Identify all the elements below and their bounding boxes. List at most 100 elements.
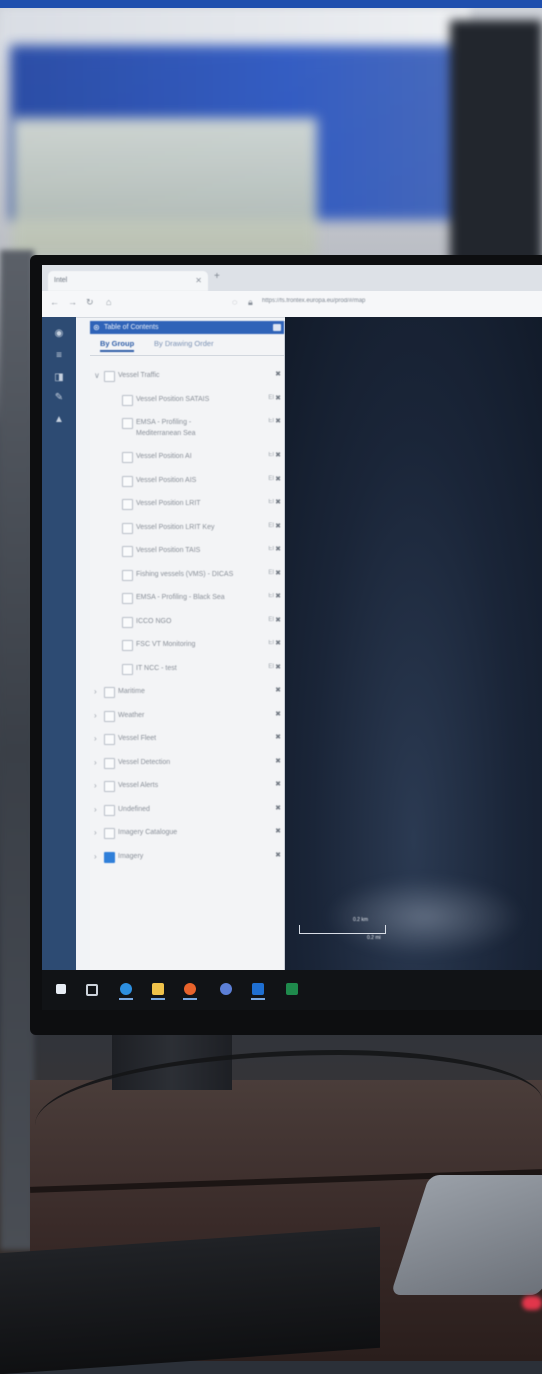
excel-icon[interactable] — [286, 983, 298, 995]
shield-icon[interactable]: ◌ — [232, 297, 237, 307]
chevron-right-icon[interactable]: › — [94, 734, 97, 743]
address-bar[interactable]: https://fs.frontex.europa.eu/prod/#/map — [262, 298, 365, 304]
toc-layer-row[interactable]: Vessel Position TAIS EI ✖ — [90, 542, 284, 562]
minimize-icon[interactable] — [273, 324, 281, 331]
remove-layer-icon[interactable]: ✖ — [275, 545, 281, 553]
edge-browser-icon[interactable] — [120, 983, 132, 995]
remove-layer-icon[interactable]: ✖ — [275, 780, 281, 788]
remove-layer-icon[interactable]: ✖ — [275, 757, 281, 765]
remove-layer-icon[interactable]: ✖ — [275, 663, 281, 671]
remove-layer-icon[interactable]: ✖ — [275, 592, 281, 600]
layer-checkbox[interactable] — [122, 593, 133, 604]
toc-layer-row[interactable]: › Vessel Fleet ✖ — [90, 730, 284, 750]
remove-layer-icon[interactable]: ✖ — [275, 475, 281, 483]
remove-layer-icon[interactable]: ✖ — [275, 827, 281, 835]
browser-tab[interactable]: Intel ✕ — [48, 271, 208, 291]
chrome-icon[interactable] — [220, 983, 232, 995]
remove-layer-icon[interactable]: ✖ — [275, 710, 281, 718]
task-view-icon[interactable] — [86, 984, 98, 996]
remove-layer-icon[interactable]: ✖ — [275, 851, 281, 859]
chevron-right-icon[interactable]: › — [94, 758, 97, 767]
toc-layer-row[interactable]: Vessel Position AI EI ✖ — [90, 448, 284, 468]
person-icon[interactable]: ▲ — [52, 413, 66, 427]
layer-checkbox[interactable] — [104, 828, 115, 839]
layer-checkbox[interactable] — [122, 418, 133, 429]
remove-layer-icon[interactable]: ✖ — [275, 522, 281, 530]
toc-layer-row[interactable]: FSC VT Monitoring EI ✖ — [90, 636, 284, 656]
windows-start-icon[interactable] — [56, 984, 66, 994]
layer-checkbox[interactable] — [104, 781, 115, 792]
layer-checkbox[interactable] — [122, 475, 133, 487]
toc-layer-row[interactable]: › Undefined ✖ — [90, 801, 284, 821]
toc-layer-row[interactable]: EMSA - Profiling - Mediterranean Sea EI ✖ — [90, 414, 284, 442]
scale-label-top: 0.2 km — [353, 917, 369, 923]
toc-layer-row[interactable]: Vessel Position LRIT Key EI ✖ — [90, 519, 284, 539]
remove-layer-icon[interactable]: ✖ — [275, 639, 281, 647]
remove-layer-icon[interactable]: ✖ — [275, 616, 281, 624]
red-indicator-light — [522, 1296, 542, 1310]
chevron-right-icon[interactable]: › — [94, 805, 97, 814]
layer-checkbox[interactable] — [104, 734, 115, 745]
layer-checkbox[interactable] — [104, 371, 115, 382]
toc-layer-row[interactable]: ICCO NGO EI ✖ — [90, 613, 284, 633]
chevron-right-icon[interactable]: › — [94, 711, 97, 720]
layers-icon[interactable]: ◉ — [52, 327, 66, 341]
layer-checkbox[interactable] — [104, 851, 115, 863]
remove-layer-icon[interactable]: ✖ — [275, 417, 281, 425]
layer-checkbox[interactable] — [122, 546, 133, 557]
layer-checkbox[interactable] — [122, 394, 133, 406]
toc-layer-row[interactable]: › Imagery ✖ — [90, 848, 284, 868]
toc-layer-row[interactable]: › Weather ✖ — [90, 707, 284, 727]
remove-layer-icon[interactable]: ✖ — [275, 804, 281, 812]
chevron-right-icon[interactable]: › — [94, 828, 97, 837]
pencil-icon[interactable]: ✎ — [52, 391, 66, 405]
layer-checkbox[interactable] — [104, 687, 115, 698]
layer-checkbox[interactable] — [122, 616, 133, 628]
toc-layer-row[interactable]: Vessel Position AIS EI ✖ — [90, 472, 284, 492]
toc-layer-row[interactable]: EMSA - Profiling - Black Sea EI ✖ — [90, 589, 284, 609]
toc-layer-row[interactable]: Vessel Position SATAIS EI ✖ — [90, 391, 284, 411]
chevron-right-icon[interactable]: › — [94, 852, 97, 861]
layer-checkbox[interactable] — [122, 522, 133, 534]
outlook-icon[interactable] — [252, 983, 264, 995]
toc-layer-row[interactable]: › Maritime ✖ — [90, 683, 284, 703]
map-view[interactable]: 0.2 km 0.2 mi — [285, 317, 542, 970]
toc-layer-row[interactable]: › Imagery Catalogue ✖ — [90, 824, 284, 844]
tab-by-group[interactable]: By Group — [100, 339, 135, 352]
home-icon[interactable]: ⌂ — [106, 297, 111, 307]
tab-by-drawing-order[interactable]: By Drawing Order — [154, 339, 214, 348]
layer-checkbox[interactable] — [104, 804, 115, 816]
remove-layer-icon[interactable]: ✖ — [275, 569, 281, 577]
toc-layer-row[interactable]: ∨ Vessel Traffic ✖ — [90, 367, 284, 387]
toc-layer-row[interactable]: Fishing vessels (VMS) - DICAS EI ✖ — [90, 566, 284, 586]
layer-checkbox[interactable] — [122, 640, 133, 651]
layer-checkbox[interactable] — [122, 569, 133, 581]
chevron-right-icon[interactable]: › — [94, 687, 97, 696]
new-tab-icon[interactable]: + — [214, 271, 220, 282]
remove-layer-icon[interactable]: ✖ — [275, 370, 281, 378]
layer-checkbox[interactable] — [122, 663, 133, 675]
file-explorer-icon[interactable] — [152, 983, 164, 995]
firefox-icon[interactable] — [184, 983, 196, 995]
close-icon[interactable]: ✕ — [195, 271, 202, 291]
toc-layer-row[interactable]: › Vessel Detection ✖ — [90, 754, 284, 774]
remove-layer-icon[interactable]: ✖ — [275, 733, 281, 741]
toc-layer-row[interactable]: IT NCC - test EI ✖ — [90, 660, 284, 680]
chevron-down-icon[interactable]: ∨ — [94, 371, 100, 380]
remove-layer-icon[interactable]: ✖ — [275, 451, 281, 459]
toc-layer-row[interactable]: › Vessel Alerts ✖ — [90, 777, 284, 797]
remove-layer-icon[interactable]: ✖ — [275, 498, 281, 506]
bookmark-icon[interactable]: ◨ — [52, 371, 66, 385]
reload-icon[interactable]: ↻ — [86, 297, 94, 308]
remove-layer-icon[interactable]: ✖ — [275, 686, 281, 694]
toc-layer-row[interactable]: Vessel Position LRIT EI ✖ — [90, 495, 284, 515]
layer-checkbox[interactable] — [104, 757, 115, 769]
list-icon[interactable]: ≡ — [52, 349, 66, 363]
layer-checkbox[interactable] — [122, 499, 133, 510]
layer-checkbox[interactable] — [104, 710, 115, 722]
layer-checkbox[interactable] — [122, 452, 133, 463]
forward-arrow-icon[interactable]: → — [68, 297, 77, 307]
chevron-right-icon[interactable]: › — [94, 781, 97, 790]
remove-layer-icon[interactable]: ✖ — [275, 394, 281, 402]
back-arrow-icon[interactable]: ← — [50, 297, 59, 307]
